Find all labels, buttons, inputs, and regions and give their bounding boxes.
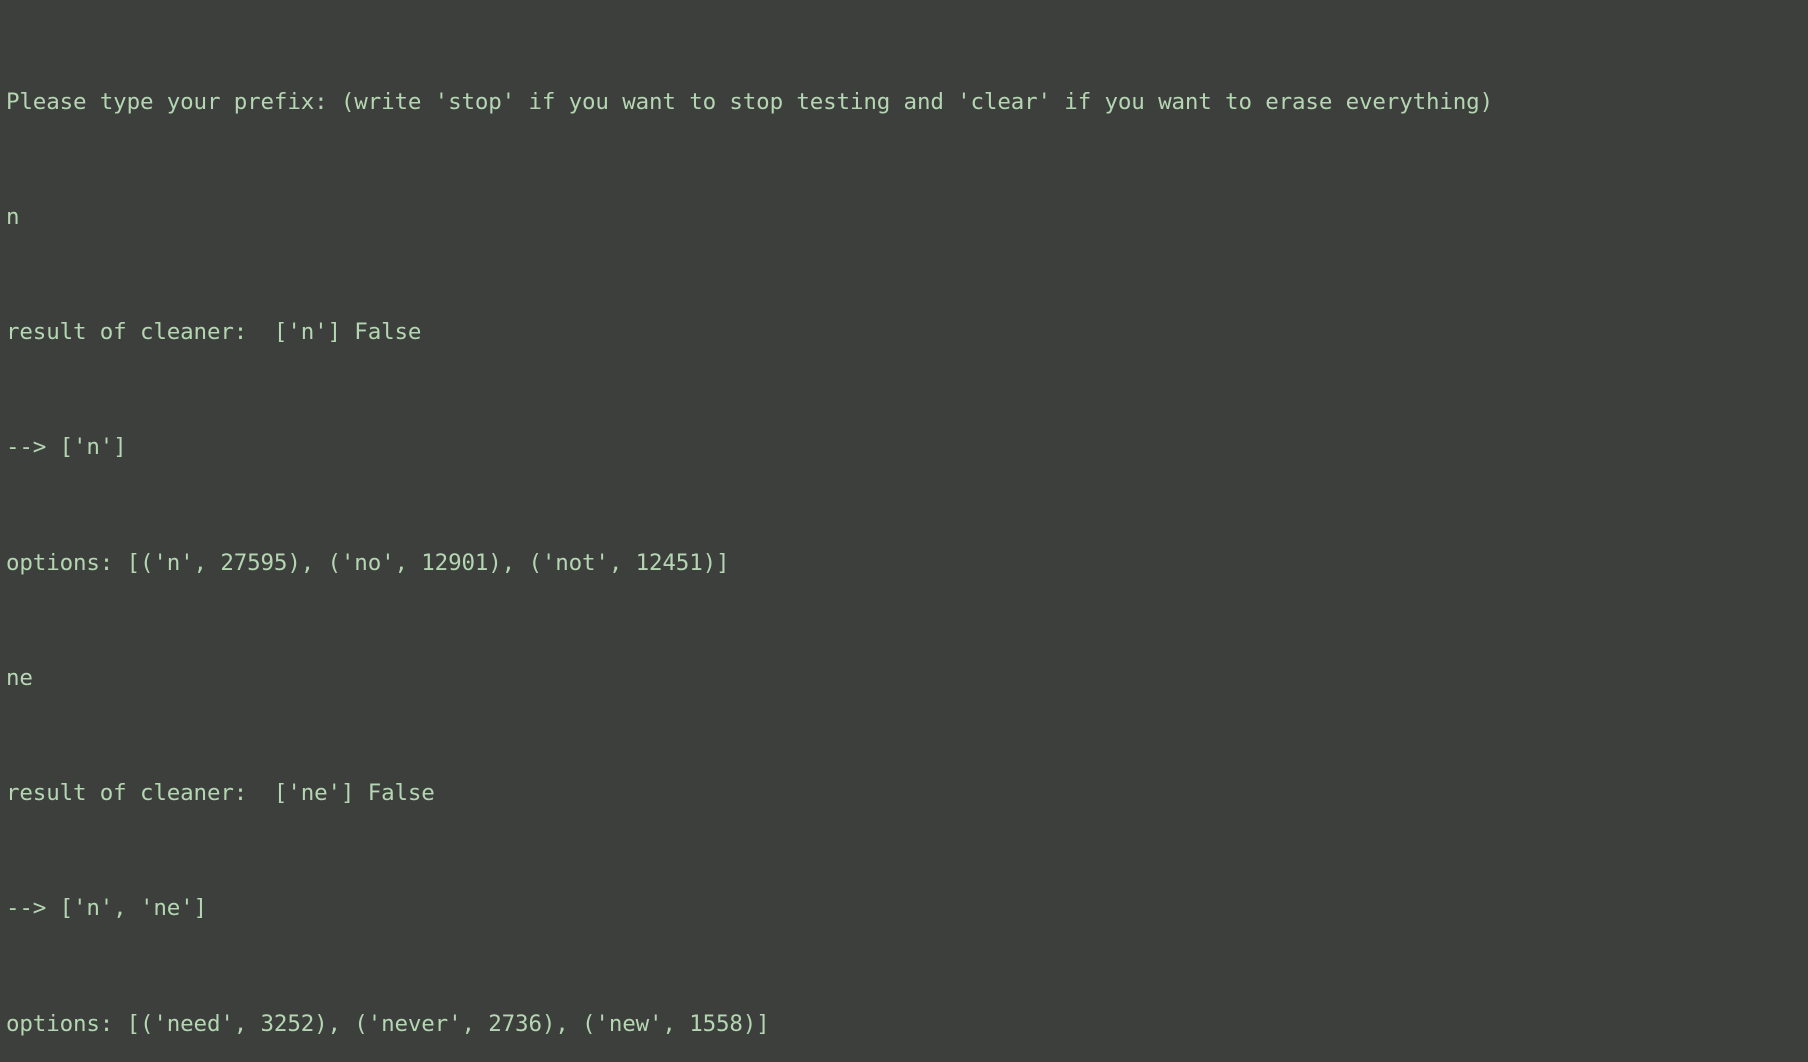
terminal-line-input: ne bbox=[6, 664, 33, 691]
terminal-line-input: n bbox=[6, 204, 20, 231]
terminal-line-options: options: [('n', 27595), ('no', 12901), (… bbox=[6, 549, 730, 576]
terminal-line-options: options: [('need', 3252), ('never', 2736… bbox=[6, 1010, 770, 1037]
terminal-line-cleaner: result of cleaner: ['ne'] False bbox=[6, 780, 435, 807]
terminal-line-accumulated: --> ['n'] bbox=[6, 434, 127, 461]
terminal-line-accumulated: --> ['n', 'ne'] bbox=[6, 895, 207, 922]
terminal-output[interactable]: Please type your prefix: (write 'stop' i… bbox=[0, 0, 1808, 1062]
terminal-line-prompt: Please type your prefix: (write 'stop' i… bbox=[6, 88, 1493, 115]
terminal-line-cleaner: result of cleaner: ['n'] False bbox=[6, 319, 422, 346]
